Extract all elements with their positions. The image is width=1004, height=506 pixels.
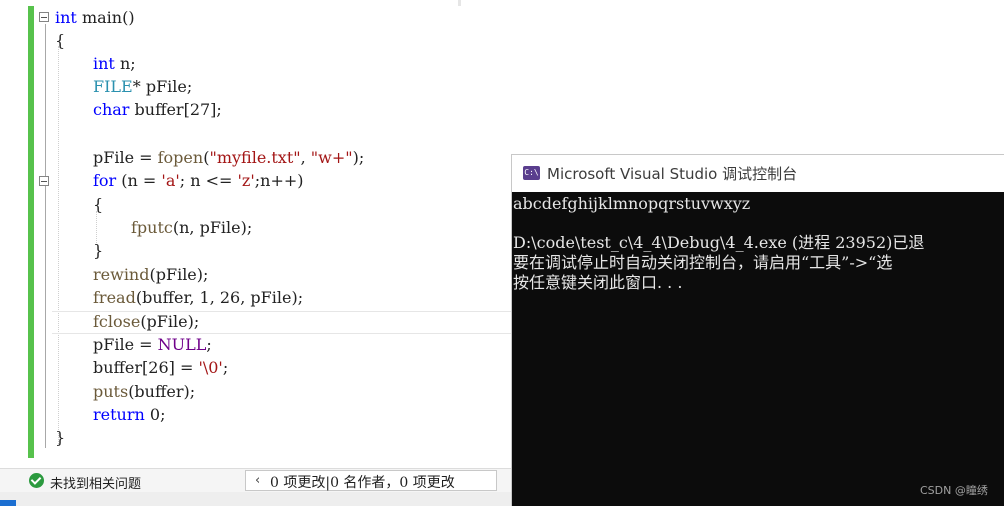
code-token: n; <box>114 54 136 73</box>
code-line: pFile = fopen("myfile.txt", "w+"); <box>93 146 364 169</box>
bottom-scroll-strip <box>0 492 512 506</box>
code-line: } <box>55 426 65 449</box>
console-output-line: 要在调试停止时自动关闭控制台，请启用“工具”->“选 <box>513 253 893 272</box>
console-output-line: abcdefghijklmnopqrstuvwxyz <box>513 194 751 213</box>
code-token: 'a' <box>161 171 180 190</box>
code-token: return <box>93 405 145 424</box>
editor-status-bar: 未找到相关问题 ‹ 0 项更改|0 名作者，0 项更改 <box>0 468 512 493</box>
code-token: 0; <box>144 405 166 424</box>
code-token: ;n++) <box>254 171 304 190</box>
code-token: NULL <box>157 335 207 354</box>
code-token: ); <box>352 148 365 167</box>
code-line: fclose(pFile); <box>93 310 199 333</box>
check-circle-icon <box>29 473 44 488</box>
code-token: fopen <box>157 148 204 167</box>
code-token: char <box>93 100 130 119</box>
scope-line-main <box>45 24 46 448</box>
code-token: fclose <box>93 312 141 331</box>
indent-guide <box>58 46 59 444</box>
debug-console-window[interactable]: C:\ Microsoft Visual Studio 调试控制台 abcdef… <box>511 154 1004 506</box>
issues-status[interactable]: 未找到相关问题 <box>50 473 141 492</box>
code-token: ; <box>206 335 212 354</box>
code-token: int <box>55 8 77 27</box>
code-token: FILE <box>93 77 133 96</box>
code-line: { <box>93 193 103 216</box>
code-token: pFile = <box>93 335 158 354</box>
code-line: buffer[26] = '\0'; <box>93 356 228 379</box>
code-token: int <box>93 54 115 73</box>
status-accent <box>0 500 16 506</box>
code-token: ; <box>222 358 229 377</box>
code-token: (n, pFile); <box>172 218 253 237</box>
console-title-bar[interactable]: C:\ Microsoft Visual Studio 调试控制台 <box>512 155 1004 192</box>
watermark: CSDN @瞳绣 <box>920 484 988 497</box>
code-line: rewind(pFile); <box>93 263 208 286</box>
code-token: (pFile); <box>140 312 200 331</box>
code-token: } <box>93 241 104 260</box>
code-token: fread <box>93 288 136 307</box>
chevron-left-icon: ‹ <box>255 473 261 488</box>
code-line: FILE* pFile; <box>93 75 192 98</box>
code-token: * pFile; <box>132 77 193 96</box>
code-line: char buffer[27]; <box>93 98 222 121</box>
code-token: main() <box>76 8 135 27</box>
code-line: int main() <box>55 6 135 29</box>
changes-text: 0 项更改|0 名作者，0 项更改 <box>270 475 455 491</box>
code-token: pFile = <box>93 148 158 167</box>
code-line: return 0; <box>93 403 165 426</box>
code-line: puts(buffer); <box>93 380 195 403</box>
code-line: } <box>93 239 103 262</box>
code-line: fread(buffer, 1, 26, pFile); <box>93 286 303 309</box>
code-line: for (n = 'a'; n <= 'z';n++) <box>93 169 304 192</box>
code-token: '\0' <box>198 358 223 377</box>
code-token: buffer[27]; <box>129 100 222 119</box>
collapse-for-icon[interactable] <box>39 176 49 186</box>
code-token: "myfile.txt" <box>209 148 301 167</box>
code-token: } <box>55 428 66 447</box>
code-token: "w+" <box>310 148 353 167</box>
code-token: { <box>55 31 66 50</box>
console-app-icon: C:\ <box>523 166 540 180</box>
console-title: Microsoft Visual Studio 调试控制台 <box>547 165 798 183</box>
code-token: for <box>93 171 117 190</box>
code-line: { <box>55 29 65 52</box>
code-token: rewind <box>93 265 150 284</box>
code-token: puts <box>93 382 129 401</box>
console-output-line: 按任意键关闭此窗口. . . <box>513 273 683 292</box>
code-token: (pFile); <box>149 265 209 284</box>
code-token: (n = <box>116 171 162 190</box>
code-token: ; n <= <box>179 171 238 190</box>
code-token: , <box>300 148 311 167</box>
code-token: { <box>93 195 104 214</box>
code-token: (buffer); <box>128 382 196 401</box>
code-line: int n; <box>93 52 136 75</box>
changes-indicator[interactable]: ‹ 0 项更改|0 名作者，0 项更改 <box>245 470 497 491</box>
console-output-line: D:\code\test_c\4_4\Debug\4_4.exe (进程 239… <box>513 233 925 252</box>
collapse-main-icon[interactable] <box>39 12 49 22</box>
code-token: 'z' <box>237 171 255 190</box>
change-tracking-bar <box>28 6 34 458</box>
code-token: buffer[26] = <box>93 358 199 377</box>
code-line: fputc(n, pFile); <box>131 216 252 239</box>
code-token: (buffer, 1, 26, pFile); <box>135 288 304 307</box>
code-token: fputc <box>131 218 173 237</box>
code-line: pFile = NULL; <box>93 333 212 356</box>
